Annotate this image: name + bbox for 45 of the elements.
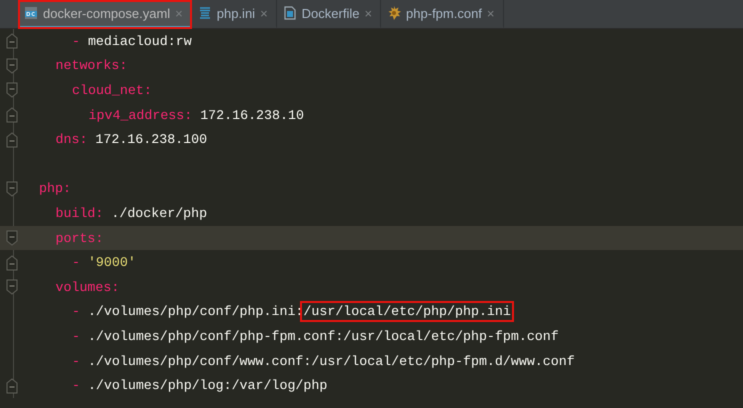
fold-icon[interactable] (4, 252, 20, 273)
yaml-key: cloud_net: (72, 82, 152, 98)
fold-icon[interactable] (4, 178, 20, 199)
yaml-value: ./volumes/php/log:/var/log/php (88, 378, 328, 394)
yaml-value: ./volumes/php/conf/php-fpm.conf:/usr/local/etc/php-fpm.conf (88, 328, 559, 344)
gear-icon (387, 6, 402, 20)
list-dash: - (72, 328, 80, 344)
file-tab[interactable]: docker-compose.yaml × (18, 0, 192, 29)
list-dash: - (72, 304, 80, 320)
list-dash: - (72, 378, 80, 394)
fold-icon[interactable] (4, 376, 20, 396)
close-icon[interactable]: × (486, 6, 495, 20)
yaml-key: php: (39, 181, 71, 196)
file-tab[interactable]: php-fpm.conf × (381, 0, 504, 29)
list-dash: - (72, 34, 80, 49)
yaml-value: 172.16.238.100 (95, 132, 208, 148)
yaml-value: 172.16.238.10 (200, 108, 304, 123)
fold-icon[interactable] (4, 277, 20, 298)
yaml-value: ./volumes/php/conf/php.ini: (88, 304, 304, 320)
file-icon (282, 6, 297, 20)
fold-icon[interactable] (4, 130, 20, 150)
close-icon[interactable]: × (364, 6, 372, 20)
yaml-key: networks: (56, 58, 128, 74)
yaml-key: ports: (56, 230, 104, 246)
text-file-icon (198, 6, 212, 20)
fold-icon[interactable] (4, 56, 20, 76)
yaml-key: dns: (56, 132, 88, 148)
fold-icon[interactable] (4, 80, 20, 100)
yaml-value: ./docker/php (111, 206, 208, 221)
yaml-string: '9000' (88, 255, 136, 270)
yaml-key: build: (56, 206, 104, 221)
fold-icon[interactable] (4, 31, 20, 52)
file-icon (24, 6, 38, 20)
file-tab[interactable]: Dockerfile × (276, 0, 382, 29)
yaml-value: ./volumes/php/conf/www.conf:/usr/local/etc/php-fpm.d/www.conf (88, 354, 575, 369)
fold-icon[interactable] (4, 228, 20, 248)
list-dash: - (72, 354, 80, 369)
file-tab[interactable]: php.ini × (192, 0, 277, 29)
yaml-key: volumes: (56, 280, 120, 295)
close-icon[interactable]: × (260, 6, 268, 20)
fold-icon[interactable] (4, 105, 20, 126)
yaml-value: mediacloud:rw (88, 34, 192, 49)
list-dash: - (72, 255, 80, 270)
highlighted-path: /usr/local/etc/php/php.ini (303, 304, 511, 320)
yaml-key: ipv4_address: (88, 108, 192, 123)
